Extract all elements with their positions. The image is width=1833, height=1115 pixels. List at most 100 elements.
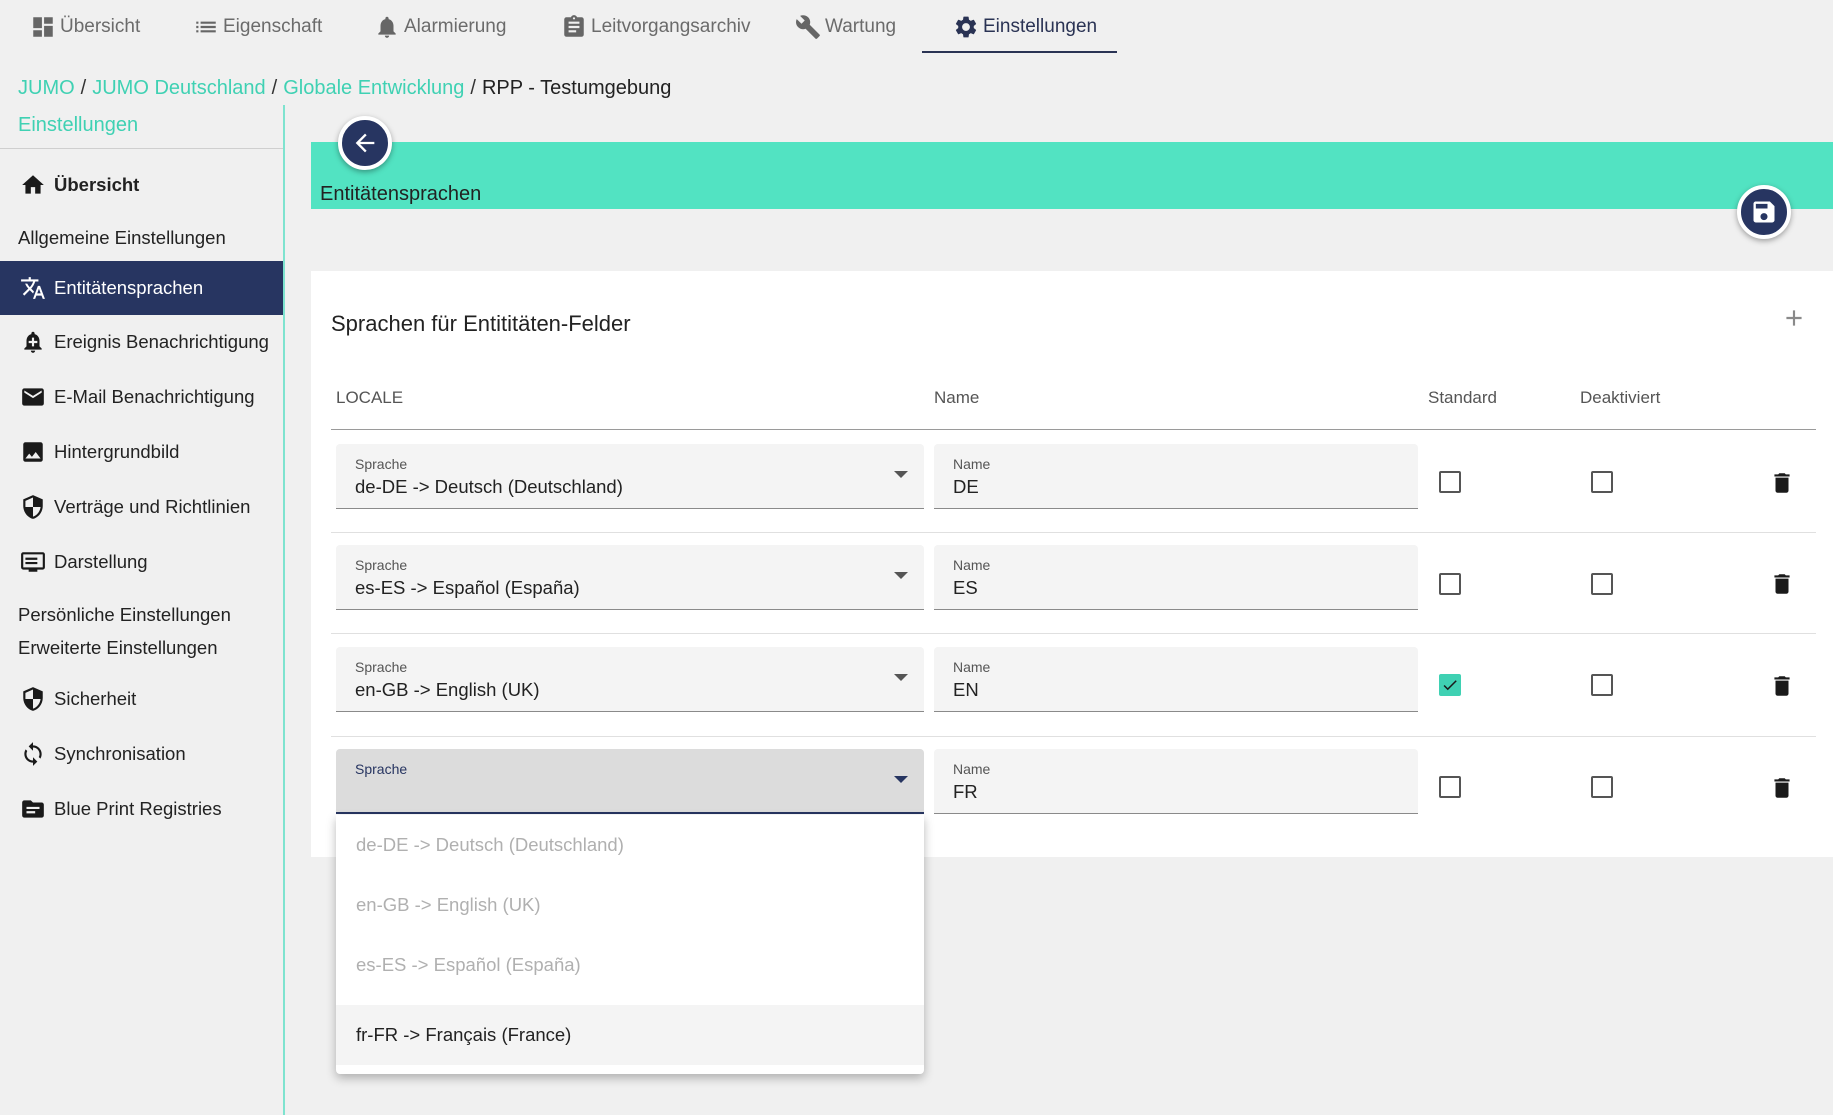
- sidebar-item-email-benachrichtigung[interactable]: E-Mail Benachrichtigung: [0, 370, 283, 424]
- sidebar-item-persoenliche-einstellungen[interactable]: Persönliche Einstellungen: [18, 604, 231, 626]
- trash-icon: [1769, 774, 1795, 802]
- tab-uebersicht[interactable]: Übersicht: [30, 0, 140, 54]
- list-icon: [193, 14, 219, 40]
- sidebar-item-label: Synchronisation: [54, 743, 186, 765]
- field-label: Name: [953, 557, 990, 573]
- language-select[interactable]: Sprache en-GB -> English (UK): [336, 647, 924, 712]
- tab-label: Alarmierung: [404, 16, 506, 38]
- sidebar-item-hintergrundbild[interactable]: Hintergrundbild: [0, 425, 283, 479]
- column-header-deaktiviert: Deaktiviert: [1580, 388, 1660, 408]
- sidebar-item-blue-print-registries[interactable]: Blue Print Registries: [0, 782, 283, 836]
- field-label: Sprache: [355, 557, 407, 573]
- dropdown-arrow-icon[interactable]: [894, 674, 908, 681]
- sidebar-item-ereignis-benachrichtigung[interactable]: Ereignis Benachrichtigung: [0, 315, 283, 369]
- tab-label: Einstellungen: [983, 16, 1097, 38]
- breadcrumb-current: RPP - Testumgebung: [482, 77, 671, 99]
- dropdown-arrow-icon[interactable]: [894, 776, 908, 783]
- gear-icon: [953, 14, 979, 40]
- field-label: Name: [953, 456, 990, 472]
- sidebar-item-darstellung[interactable]: Darstellung: [0, 535, 283, 589]
- mail-icon: [20, 384, 46, 410]
- standard-checkbox[interactable]: [1439, 573, 1461, 595]
- breadcrumb-separator: /: [272, 77, 278, 99]
- breadcrumb-link-jumo[interactable]: JUMO: [18, 77, 75, 99]
- field-label: Name: [953, 659, 990, 675]
- dropdown-option: de-DE -> Deutsch (Deutschland): [336, 815, 924, 875]
- shield-icon: [20, 686, 46, 712]
- clipboard-icon: [561, 14, 587, 40]
- tab-label: Eigenschaft: [223, 16, 322, 38]
- sidebar-item-label: Hintergrundbild: [54, 441, 179, 463]
- row-divider: [331, 532, 1816, 533]
- delete-button[interactable]: [1769, 569, 1795, 599]
- back-button[interactable]: [338, 116, 392, 170]
- breadcrumb-link-globale-entwicklung[interactable]: Globale Entwicklung: [283, 77, 464, 99]
- home-icon: [20, 172, 46, 198]
- tab-wartung[interactable]: Wartung: [795, 0, 896, 54]
- display-icon: [20, 549, 46, 575]
- page-title: Entitätensprachen: [320, 183, 481, 206]
- deaktiviert-checkbox[interactable]: [1591, 776, 1613, 798]
- save-button[interactable]: [1737, 185, 1791, 239]
- language-select[interactable]: Sprache: [336, 749, 924, 814]
- field-value: de-DE -> Deutsch (Deutschland): [355, 476, 623, 498]
- name-input[interactable]: Name FR: [934, 749, 1418, 814]
- delete-button[interactable]: [1769, 773, 1795, 803]
- field-value: EN: [953, 679, 979, 701]
- bell-icon: [374, 14, 400, 40]
- sidebar-item-label: Darstellung: [54, 551, 148, 573]
- save-icon: [1750, 198, 1778, 226]
- tab-leitvorgangsarchiv[interactable]: Leitvorgangsarchiv: [561, 0, 750, 54]
- dropdown-arrow-icon[interactable]: [894, 572, 908, 579]
- plus-icon: [1781, 305, 1807, 331]
- tab-eigenschaft[interactable]: Eigenschaft: [193, 0, 322, 54]
- add-language-button[interactable]: [1777, 301, 1811, 335]
- name-input[interactable]: Name DE: [934, 444, 1418, 509]
- row-divider: [331, 736, 1816, 737]
- tab-alarmierung[interactable]: Alarmierung: [374, 0, 506, 54]
- deaktiviert-checkbox[interactable]: [1591, 674, 1613, 696]
- standard-checkbox[interactable]: [1439, 674, 1461, 696]
- sidebar: Einstellungen Übersicht Allgemeine Einst…: [0, 105, 285, 1115]
- sidebar-item-entitaetensprachen[interactable]: Entitätensprachen: [0, 261, 283, 315]
- field-label: Sprache: [355, 659, 407, 675]
- dropdown-option[interactable]: fr-FR -> Français (France): [336, 1005, 924, 1065]
- sidebar-item-uebersicht[interactable]: Übersicht: [0, 158, 283, 212]
- trash-icon: [1769, 570, 1795, 598]
- top-navigation: Übersicht Eigenschaft Alarmierung Leitvo…: [0, 0, 1833, 55]
- delete-button[interactable]: [1769, 671, 1795, 701]
- deaktiviert-checkbox[interactable]: [1591, 471, 1613, 493]
- card-title: Sprachen für Entititäten-Felder: [331, 311, 631, 337]
- field-value: FR: [953, 781, 978, 803]
- sidebar-item-allgemeine-einstellungen[interactable]: Allgemeine Einstellungen: [18, 227, 226, 249]
- language-dropdown-panel: de-DE -> Deutsch (Deutschland) en-GB -> …: [336, 815, 924, 1074]
- name-input[interactable]: Name EN: [934, 647, 1418, 712]
- sidebar-item-sicherheit[interactable]: Sicherheit: [0, 672, 283, 726]
- bell-plus-icon: [20, 329, 46, 355]
- dropdown-option: en-GB -> English (UK): [336, 875, 924, 935]
- breadcrumb-link-jumo-deutschland[interactable]: JUMO Deutschland: [92, 77, 265, 99]
- divider: [0, 148, 283, 149]
- deaktiviert-checkbox[interactable]: [1591, 573, 1613, 595]
- language-select[interactable]: Sprache de-DE -> Deutsch (Deutschland): [336, 444, 924, 509]
- sidebar-item-label: Übersicht: [54, 174, 139, 196]
- standard-checkbox[interactable]: [1439, 776, 1461, 798]
- sidebar-item-label: Sicherheit: [54, 688, 136, 710]
- sidebar-item-label: E-Mail Benachrichtigung: [54, 386, 255, 408]
- sidebar-title: Einstellungen: [18, 114, 138, 137]
- sidebar-item-label: Ereignis Benachrichtigung: [54, 331, 269, 353]
- sidebar-item-vertraege-und-richtlinien[interactable]: Verträge und Richtlinien: [0, 480, 283, 534]
- language-select[interactable]: Sprache es-ES -> Español (España): [336, 545, 924, 610]
- table-header-divider: [331, 429, 1816, 430]
- tab-label: Wartung: [825, 16, 896, 38]
- sidebar-item-erweiterte-einstellungen[interactable]: Erweiterte Einstellungen: [18, 637, 218, 659]
- trash-icon: [1769, 672, 1795, 700]
- breadcrumb-separator: /: [470, 77, 476, 99]
- delete-button[interactable]: [1769, 468, 1795, 498]
- tab-einstellungen[interactable]: Einstellungen: [953, 0, 1097, 54]
- standard-checkbox[interactable]: [1439, 471, 1461, 493]
- name-input[interactable]: Name ES: [934, 545, 1418, 610]
- tab-label: Übersicht: [60, 16, 140, 38]
- dropdown-arrow-icon[interactable]: [894, 471, 908, 478]
- sidebar-item-synchronisation[interactable]: Synchronisation: [0, 727, 283, 781]
